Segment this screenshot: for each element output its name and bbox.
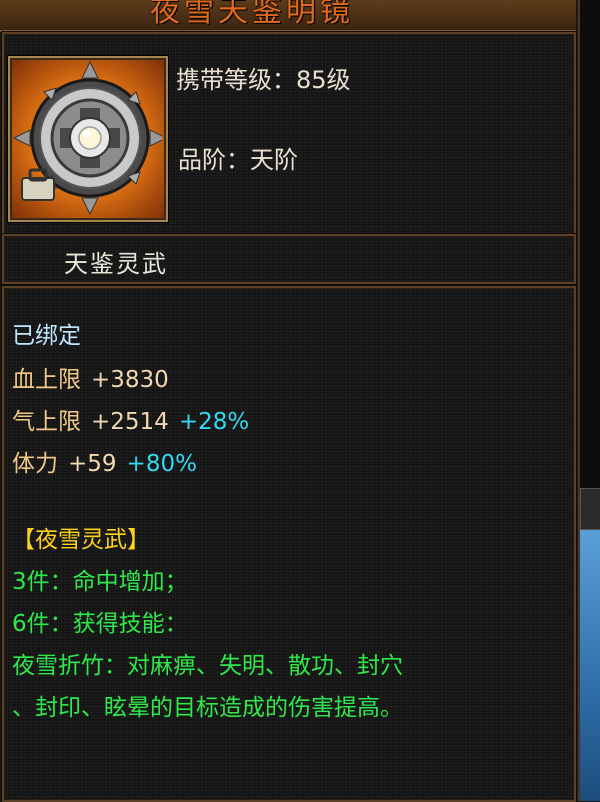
right-side-panel [580,530,600,801]
item-category: 天鉴灵武 [64,250,168,278]
tooltip-title-bar: 夜雪天鉴明镜 [0,0,576,32]
set-bonus-6: 6件：获得技能： [12,604,188,638]
set-bonus-3-count: 3件 [12,569,50,595]
carry-level-value: 85级 [296,66,351,94]
set-skill-line-2: 、封印、眩晕的目标造成的伤害提高。 [12,695,403,721]
item-grade-label: 品阶： [178,146,250,174]
mirror-shield-icon [12,60,162,216]
stat-qi-bonus: +28% [178,409,250,435]
carry-level: 携带等级：85级 [176,60,351,95]
item-grade: 品阶：天阶 [178,140,298,175]
item-title: 夜雪天鉴明镜 [150,0,354,29]
set-bonus-6-text: ：获得技能： [49,611,188,637]
item-grade-value: 天阶 [250,146,298,174]
stat-hp: 血上限 +3830 [12,360,169,394]
stat-hp-label: 血上限 [12,367,81,393]
right-side-tab[interactable] [580,488,600,530]
item-icon-slot[interactable] [8,56,168,222]
stat-stamina-value: +59 [68,451,117,477]
carry-level-label: 携带等级： [176,66,296,94]
stat-qi-label: 气上限 [12,409,81,435]
set-bonus-3: 3件：命中增加； [12,562,188,596]
set-bonus-3-text: ：命中增加； [49,569,188,595]
stat-stamina: 体力 +59 +80% [12,444,197,478]
stat-qi-value: +2514 [91,409,169,435]
set-skill-line-1: 夜雪折竹：对麻痹、失明、散功、封穴 [12,653,403,679]
set-bonus-6-count: 6件 [12,611,50,637]
stat-hp-value: +3830 [91,367,169,393]
stat-stamina-label: 体力 [12,451,58,477]
set-name: 【夜雪灵武】 [12,527,150,553]
stat-qi: 气上限 +2514 +28% [12,402,249,436]
bound-status: 已绑定 [12,323,81,349]
stat-stamina-bonus: +80% [126,451,197,477]
